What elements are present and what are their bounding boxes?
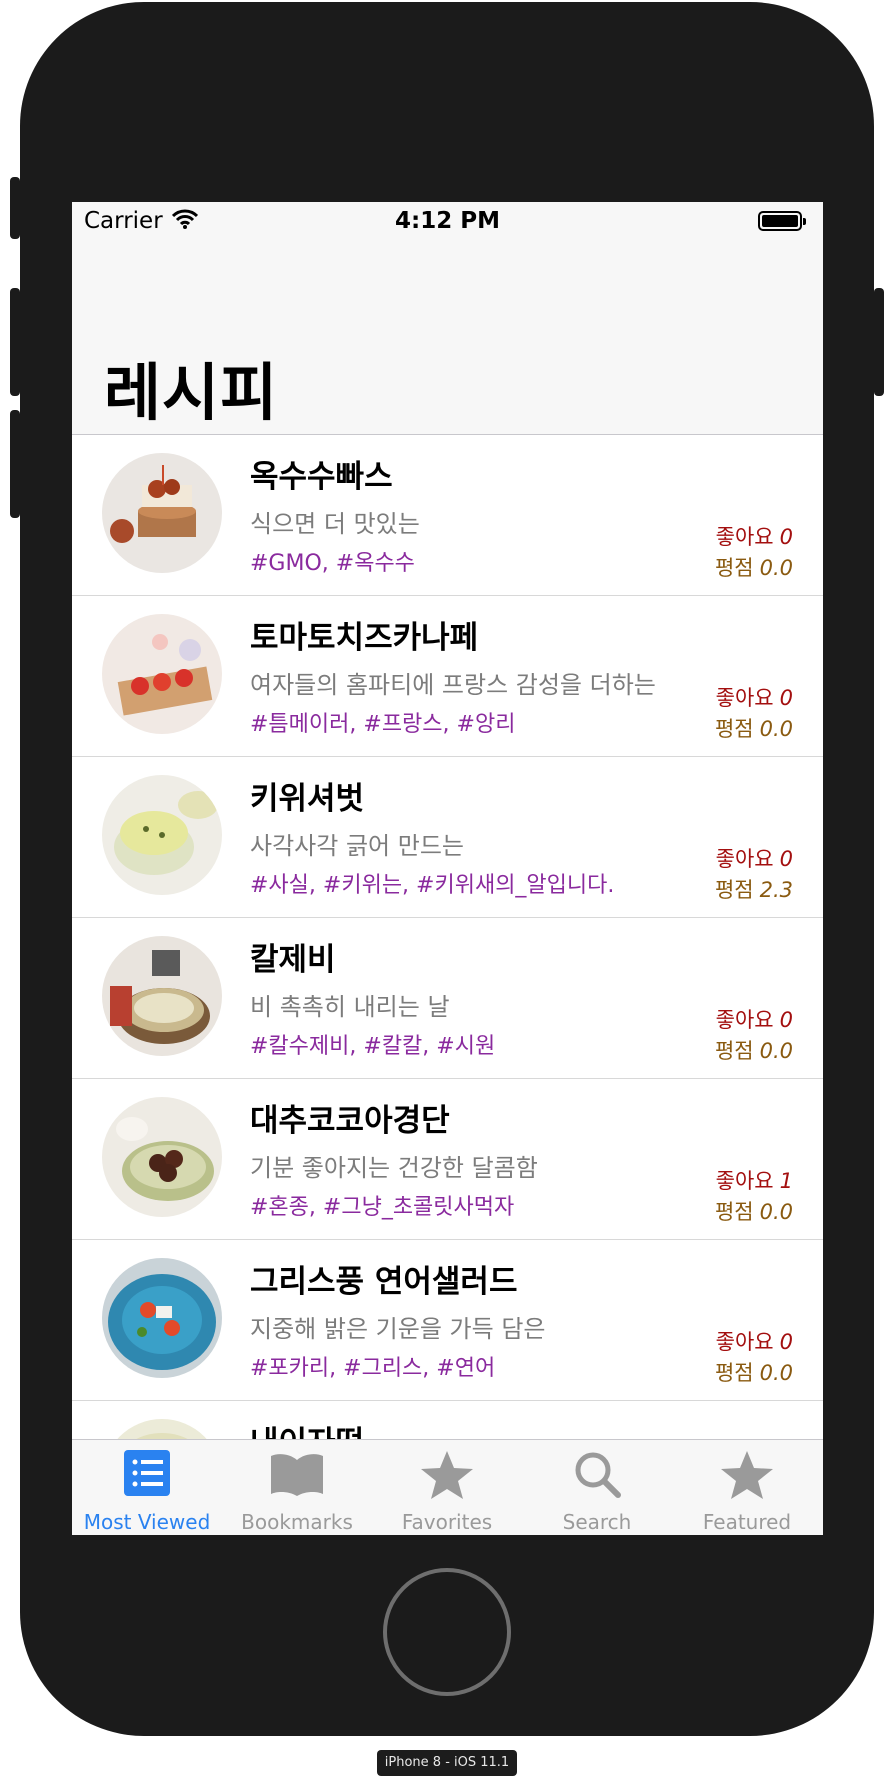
recipe-tags: #포카리, #그리스, #연어 <box>250 1356 496 1381</box>
recipe-description: 비 촉촉히 내리는 날 <box>250 993 450 1021</box>
recipe-likes: 좋아요 0 <box>716 1004 793 1034</box>
battery-icon <box>758 211 806 231</box>
recipe-row[interactable]: 대추코코아경단 기분 좋아지는 건강한 달콤함 #혼종, #그냥_초콜릿사먹자 … <box>72 1079 823 1240</box>
rating-value: 2.3 <box>759 878 793 902</box>
likes-label: 좋아요 <box>715 1008 774 1032</box>
recipe-thumbnail <box>102 936 222 1056</box>
recipe-likes: 좋아요 0 <box>716 682 793 712</box>
recipe-thumbnail <box>102 1097 222 1217</box>
likes-label: 좋아요 <box>715 847 774 871</box>
tab-featured[interactable]: Featured <box>672 1440 822 1535</box>
rating-value: 0.0 <box>759 717 793 741</box>
rating-label: 평점 <box>714 1200 754 1224</box>
recipe-thumbnail <box>102 1258 222 1378</box>
likes-count: 1 <box>779 1169 793 1193</box>
star-icon <box>420 1450 474 1504</box>
tab-label: Most Viewed <box>83 1510 211 1534</box>
recipe-thumbnail <box>102 453 222 573</box>
tab-most-viewed[interactable]: Most Viewed <box>72 1440 222 1535</box>
recipe-likes: 좋아요 0 <box>716 843 793 873</box>
recipe-description: 지중해 밝은 기운을 가득 담은 <box>250 1315 546 1343</box>
recipe-row[interactable]: 키위셔벗 사각사각 긁어 만드는 #사실, #키위는, #키위새의_알입니다. … <box>72 757 823 918</box>
recipe-thumbnail <box>102 614 222 734</box>
likes-label: 좋아요 <box>715 1169 774 1193</box>
likes-count: 0 <box>779 1330 793 1354</box>
tab-label: Search <box>562 1510 632 1534</box>
rating-label: 평점 <box>714 878 754 902</box>
recipe-rating: 평점 2.3 <box>715 874 793 904</box>
recipe-likes: 좋아요 1 <box>716 1165 793 1195</box>
list-icon <box>124 1450 170 1500</box>
recipe-name: 토마토치즈카나페 <box>250 620 479 656</box>
recipe-tags: #GMO, #옥수수 <box>250 551 415 576</box>
recipe-row[interactable]: 옥수수빠스 식으면 더 맛있는 #GMO, #옥수수 좋아요 0 평점 0.0 <box>72 435 823 596</box>
rating-label: 평점 <box>714 1039 754 1063</box>
rating-value: 0.0 <box>759 556 793 580</box>
rating-label: 평점 <box>714 556 754 580</box>
recipe-row[interactable]: 그리스풍 연어샐러드 지중해 밝은 기운을 가득 담은 #포카리, #그리스, … <box>72 1240 823 1401</box>
recipe-likes: 좋아요 0 <box>716 521 793 551</box>
recipe-row[interactable]: 칼제비 비 촉촉히 내리는 날 #칼수제비, #칼칼, #시원 좋아요 0 평점 0… <box>72 918 823 1079</box>
recipe-description: 식으면 더 맛있는 <box>250 510 420 538</box>
recipe-likes: 좋아요 0 <box>716 1326 793 1356</box>
recipe-name: 칼제비 <box>250 942 336 978</box>
likes-label: 좋아요 <box>715 686 774 710</box>
recipe-thumbnail <box>102 775 222 895</box>
recipe-tags: #사실, #키위는, #키위새의_알입니다. <box>250 873 615 898</box>
rating-value: 0.0 <box>759 1361 793 1385</box>
home-button[interactable] <box>383 1568 511 1696</box>
recipe-rating: 평점 0.0 <box>715 713 793 743</box>
star-icon <box>720 1450 774 1504</box>
recipe-description: 기분 좋아지는 건강한 달콤함 <box>250 1154 538 1182</box>
recipe-rating: 평점 0.0 <box>715 1357 793 1387</box>
power-button <box>874 288 884 396</box>
recipe-rating: 평점 0.0 <box>715 1035 793 1065</box>
recipe-tags: #칼수제비, #칼칼, #시원 <box>250 1034 496 1059</box>
tab-bar: Most Viewed Bookmarks Favorites Search F… <box>72 1439 823 1535</box>
simulator-device-label: iPhone 8 - iOS 11.1 <box>377 1750 517 1776</box>
recipe-name: 키위셔벗 <box>250 781 365 817</box>
navigation-bar: 레시피 <box>72 242 823 435</box>
recipe-name: 그리스풍 연어샐러드 <box>250 1264 518 1300</box>
likes-count: 0 <box>779 847 793 871</box>
recipe-row[interactable]: 토마토치즈카나페 여자들의 홈파티에 프랑스 감성을 더하는 #틈메이러, #프… <box>72 596 823 757</box>
search-icon <box>573 1450 621 1502</box>
tab-label: Bookmarks <box>241 1510 353 1534</box>
recipe-tags: #혼종, #그냥_초콜릿사먹자 <box>250 1195 515 1220</box>
recipe-name: 대추코코아경단 <box>250 1103 450 1139</box>
likes-count: 0 <box>779 686 793 710</box>
tab-search[interactable]: Search <box>522 1440 672 1535</box>
status-bar: Carrier 4:12 PM <box>72 202 823 242</box>
volume-up-button <box>10 288 20 396</box>
tab-favorites[interactable]: Favorites <box>372 1440 522 1535</box>
recipe-description: 사각사각 긁어 만드는 <box>250 832 464 860</box>
volume-down-button <box>10 410 20 518</box>
tab-label: Featured <box>702 1510 792 1534</box>
rating-value: 0.0 <box>759 1039 793 1063</box>
rating-value: 0.0 <box>759 1200 793 1224</box>
app-screen: Carrier 4:12 PM 레시피 옥수수빠스 식으면 더 맛있는 #GMO… <box>72 202 823 1535</box>
likes-count: 0 <box>779 525 793 549</box>
likes-label: 좋아요 <box>715 1330 774 1354</box>
recipe-rating: 평점 0.0 <box>715 552 793 582</box>
recipe-name: 옥수수빠스 <box>250 459 393 495</box>
likes-label: 좋아요 <box>715 525 774 549</box>
recipe-description: 여자들의 홈파티에 프랑스 감성을 더하는 <box>250 671 656 699</box>
tab-bookmarks[interactable]: Bookmarks <box>222 1440 372 1535</box>
recipe-rating: 평점 0.0 <box>715 1196 793 1226</box>
recipe-tags: #틈메이러, #프랑스, #앙리 <box>250 712 516 737</box>
rating-label: 평점 <box>714 1361 754 1385</box>
tab-label: Favorites <box>401 1510 493 1534</box>
likes-count: 0 <box>779 1008 793 1032</box>
book-icon <box>269 1450 325 1500</box>
silent-switch <box>10 177 20 239</box>
page-title: 레시피 <box>104 356 279 429</box>
rating-label: 평점 <box>714 717 754 741</box>
status-time: 4:12 PM <box>395 208 500 234</box>
